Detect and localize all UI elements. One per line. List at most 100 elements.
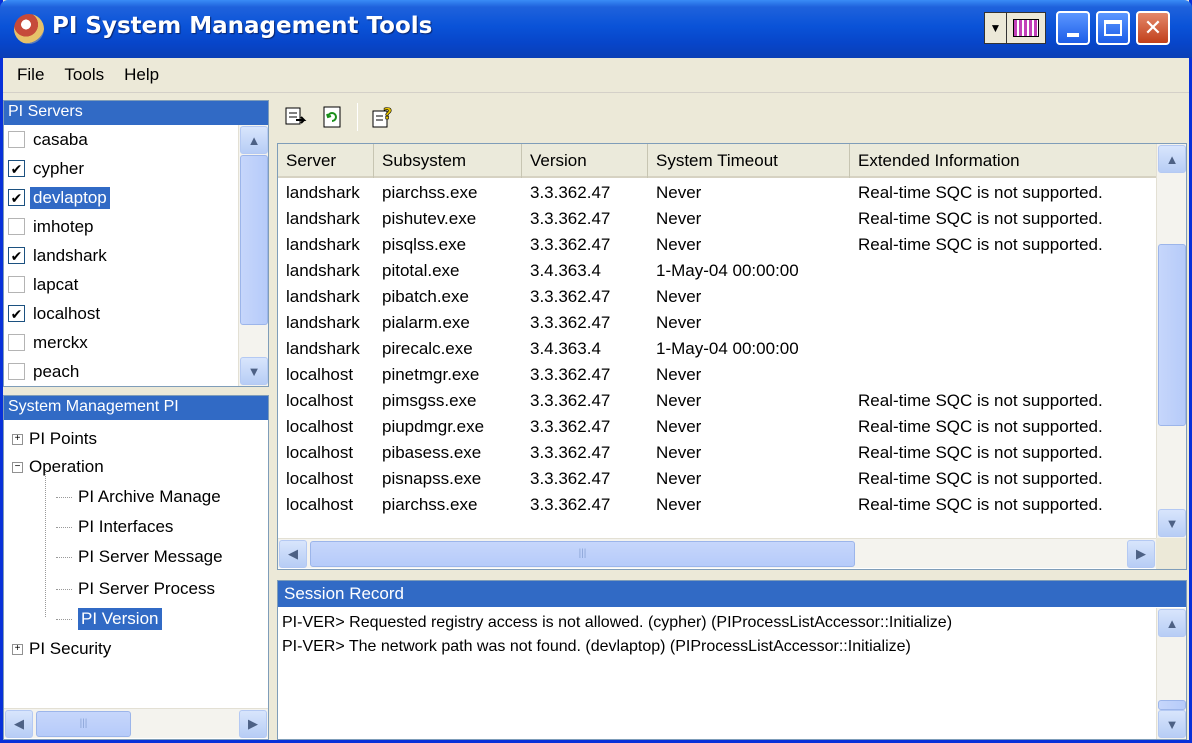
scroll-thumb[interactable]: ||| bbox=[310, 540, 855, 567]
table-cell: Never bbox=[656, 443, 702, 462]
tree-node[interactable]: PI Server Message bbox=[56, 542, 223, 572]
server-item[interactable]: ✔ devlaptop bbox=[4, 183, 236, 212]
column-header[interactable]: Subsystem bbox=[374, 144, 522, 178]
scroll-right-icon[interactable]: ▶ bbox=[1127, 539, 1155, 568]
scroll-thumb[interactable]: ||| bbox=[36, 710, 131, 737]
log-line: PI-VER> The network path was not found. … bbox=[282, 638, 911, 655]
table-row[interactable]: landshark piarchss.exe 3.3.362.47 Never Real… bbox=[278, 180, 1160, 206]
menu-help[interactable]: Help bbox=[114, 65, 169, 85]
grid-vscrollbar[interactable]: ▲ ▼ bbox=[1156, 144, 1186, 538]
table-cell: landshark bbox=[286, 287, 360, 306]
tree-node-label: PI Interfaces bbox=[78, 517, 174, 536]
tree-node[interactable]: PI Version bbox=[56, 604, 162, 634]
table-row[interactable]: landshark pialarm.exe 3.3.362.47 Never bbox=[278, 310, 1160, 336]
checkbox-unchecked[interactable] bbox=[8, 334, 25, 351]
scroll-down-icon[interactable]: ▼ bbox=[1158, 509, 1186, 537]
table-cell: 3.3.362.47 bbox=[530, 287, 611, 306]
column-header[interactable]: System Timeout bbox=[648, 144, 850, 178]
scroll-thumb[interactable] bbox=[240, 155, 268, 325]
grid-body: landshark piarchss.exe 3.3.362.47 Never Real… bbox=[278, 180, 1160, 518]
menu-bar: File Tools Help bbox=[3, 58, 1189, 93]
table-row[interactable]: landshark pishutev.exe 3.3.362.47 Never Real… bbox=[278, 206, 1160, 232]
scroll-thumb[interactable] bbox=[1158, 244, 1186, 426]
server-item[interactable]: casaba bbox=[4, 125, 236, 154]
table-cell: Never bbox=[656, 417, 702, 436]
table-cell: piarchss.exe bbox=[382, 495, 478, 514]
table-cell: 3.3.362.47 bbox=[530, 495, 611, 514]
maximize-button[interactable] bbox=[1096, 11, 1130, 45]
tree-node-label: PI Server Message bbox=[78, 547, 223, 566]
server-item[interactable]: ✔ cypher bbox=[4, 154, 236, 183]
grid-header: Server Subsystem Version System Timeout Exte… bbox=[278, 144, 1160, 178]
tree-node[interactable]: + PI Security bbox=[12, 634, 111, 664]
checkbox-checked[interactable]: ✔ bbox=[8, 160, 25, 177]
server-list-scrollbar[interactable]: ▲ ▼ bbox=[238, 125, 268, 386]
scroll-up-icon[interactable]: ▲ bbox=[1158, 145, 1186, 173]
scroll-up-icon[interactable]: ▲ bbox=[240, 126, 268, 154]
table-row[interactable]: localhost pinetmgr.exe 3.3.362.47 Never bbox=[278, 362, 1160, 388]
table-row[interactable]: landshark pisqlss.exe 3.3.362.47 Never Real-… bbox=[278, 232, 1160, 258]
session-vscrollbar[interactable]: ▲ ▼ bbox=[1156, 608, 1186, 739]
table-row[interactable]: localhost piupdmgr.exe 3.3.362.47 Never Real… bbox=[278, 414, 1160, 440]
scroll-left-icon[interactable]: ◀ bbox=[279, 539, 307, 568]
menu-file[interactable]: File bbox=[7, 65, 54, 85]
help-icon[interactable]: ? bbox=[368, 102, 398, 132]
table-row[interactable]: localhost pibasess.exe 3.3.362.47 Never Real… bbox=[278, 440, 1160, 466]
checkbox-unchecked[interactable] bbox=[8, 276, 25, 293]
checkbox-checked[interactable]: ✔ bbox=[8, 247, 25, 264]
expand-icon[interactable]: + bbox=[12, 643, 23, 655]
server-item[interactable]: ✔ landshark bbox=[4, 241, 236, 270]
checkbox-unchecked[interactable] bbox=[8, 218, 25, 235]
scroll-down-icon[interactable]: ▼ bbox=[240, 357, 268, 385]
tree-node[interactable]: − Operation bbox=[12, 452, 104, 482]
checkbox-unchecked[interactable] bbox=[8, 131, 25, 148]
expand-icon[interactable]: + bbox=[12, 433, 23, 445]
server-item[interactable]: ✔ localhost bbox=[4, 299, 236, 328]
tree-node[interactable]: PI Server Process bbox=[56, 574, 215, 604]
close-button[interactable]: ✕ bbox=[1136, 11, 1170, 45]
table-row[interactable]: landshark pibatch.exe 3.3.362.47 Never bbox=[278, 284, 1160, 310]
column-header[interactable]: Version bbox=[522, 144, 648, 178]
checkbox-checked[interactable]: ✔ bbox=[8, 305, 25, 322]
dropdown-arrow-icon[interactable]: ▼ bbox=[985, 13, 1007, 43]
table-cell: Never bbox=[656, 313, 702, 332]
tree-hscrollbar[interactable]: ◀ ||| ▶ bbox=[4, 708, 268, 738]
table-cell bbox=[850, 336, 1160, 362]
title-bar[interactable]: PI System Management Tools ▼ ✕ bbox=[0, 0, 1192, 58]
table-row[interactable]: landshark pirecalc.exe 3.4.363.4 1-May-04 0… bbox=[278, 336, 1160, 362]
scroll-right-icon[interactable]: ▶ bbox=[239, 709, 267, 738]
tree-node[interactable]: + PI Points bbox=[12, 424, 97, 454]
minimize-button[interactable] bbox=[1056, 11, 1090, 45]
scroll-up-icon[interactable]: ▲ bbox=[1158, 609, 1186, 637]
column-header[interactable]: Server bbox=[278, 144, 374, 178]
table-cell: landshark bbox=[286, 183, 360, 202]
table-row[interactable]: landshark pitotal.exe 3.4.363.4 1-May-04 00… bbox=[278, 258, 1160, 284]
scroll-down-icon[interactable]: ▼ bbox=[1158, 710, 1186, 738]
language-bar-icon[interactable]: ▼ bbox=[984, 12, 1046, 44]
checkbox-unchecked[interactable] bbox=[8, 363, 25, 380]
column-header[interactable]: Extended Information bbox=[850, 144, 1160, 178]
table-row[interactable]: localhost pisnapss.exe 3.3.362.47 Never Real… bbox=[278, 466, 1160, 492]
menu-tools[interactable]: Tools bbox=[54, 65, 114, 85]
server-item[interactable]: imhotep bbox=[4, 212, 236, 241]
table-row[interactable]: localhost piarchss.exe 3.3.362.47 Never Real… bbox=[278, 492, 1160, 518]
checkbox-checked[interactable]: ✔ bbox=[8, 189, 25, 206]
collapse-icon[interactable]: − bbox=[12, 461, 23, 473]
server-item[interactable]: peach bbox=[4, 357, 236, 386]
table-cell: Never bbox=[656, 495, 702, 514]
server-item[interactable]: lapcat bbox=[4, 270, 236, 299]
tree-node-label: PI Points bbox=[29, 429, 98, 448]
server-item[interactable]: merckx bbox=[4, 328, 236, 357]
scroll-left-icon[interactable]: ◀ bbox=[5, 709, 33, 738]
plugin-tree: + PI Points − Operation PI Archive Manage PI … bbox=[4, 420, 268, 698]
export-icon[interactable] bbox=[281, 102, 311, 132]
table-cell bbox=[850, 284, 1160, 310]
table-row[interactable]: localhost pimsgss.exe 3.3.362.47 Never Real-… bbox=[278, 388, 1160, 414]
refresh-icon[interactable] bbox=[317, 102, 347, 132]
grid-hscrollbar[interactable]: ◀ ||| ▶ bbox=[278, 538, 1156, 568]
window-title: PI System Management Tools bbox=[52, 13, 433, 39]
table-cell: landshark bbox=[286, 339, 360, 358]
tree-node[interactable]: PI Archive Manage bbox=[56, 482, 221, 512]
tree-node[interactable]: PI Interfaces bbox=[56, 512, 173, 542]
scroll-thumb[interactable] bbox=[1158, 700, 1186, 710]
